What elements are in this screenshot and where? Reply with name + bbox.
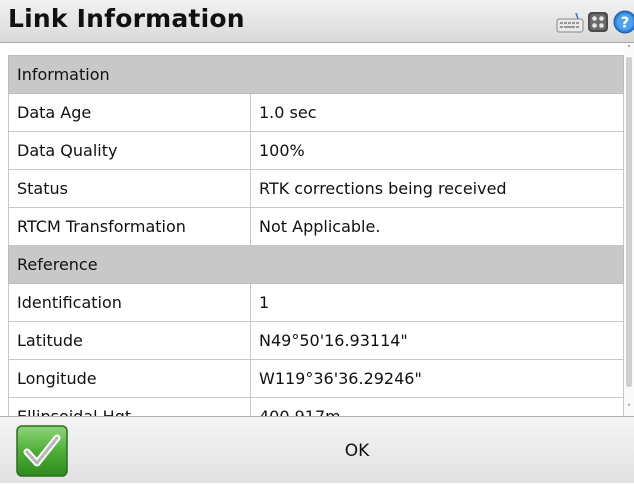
svg-text:?: ? bbox=[621, 14, 630, 32]
row-label: Status bbox=[8, 169, 251, 208]
table-row: Ellipsoidal Hgt 400.917m bbox=[8, 397, 624, 416]
row-value: 100% bbox=[250, 131, 624, 170]
title-bar: Link Information ? bbox=[0, 0, 634, 43]
table-row: Status RTK corrections being received bbox=[8, 169, 624, 208]
row-value: 1 bbox=[250, 283, 624, 322]
ok-button[interactable]: OK bbox=[80, 417, 634, 484]
bottom-action-bar: OK bbox=[0, 416, 634, 483]
row-label: Data Quality bbox=[8, 131, 251, 170]
row-label: RTCM Transformation bbox=[8, 207, 251, 246]
row-label: Longitude bbox=[8, 359, 251, 398]
content-area[interactable]: Information Data Age 1.0 sec Data Qualit… bbox=[0, 43, 634, 416]
table-row: Data Quality 100% bbox=[8, 131, 624, 170]
link-info-table: Information Data Age 1.0 sec Data Qualit… bbox=[8, 55, 624, 416]
section-header-information: Information bbox=[8, 55, 624, 94]
row-label: Data Age bbox=[8, 93, 251, 132]
row-value: W119°36'36.29246" bbox=[250, 359, 624, 398]
help-icon[interactable]: ? bbox=[613, 10, 634, 34]
row-label: Latitude bbox=[8, 321, 251, 360]
scroll-thumb[interactable] bbox=[626, 57, 632, 387]
row-label: Ellipsoidal Hgt bbox=[8, 397, 251, 416]
row-value: Not Applicable. bbox=[250, 207, 624, 246]
vertical-scrollbar[interactable]: ˄ ˅ bbox=[624, 43, 634, 416]
window-title: Link Information bbox=[8, 4, 245, 33]
scroll-down-arrow-icon[interactable]: ˅ bbox=[624, 404, 634, 414]
row-value: N49°50'16.93114" bbox=[250, 321, 624, 360]
section-title: Reference bbox=[8, 245, 624, 284]
section-title: Information bbox=[8, 55, 624, 94]
table-row: RTCM Transformation Not Applicable. bbox=[8, 207, 624, 246]
table-row: Identification 1 bbox=[8, 283, 624, 322]
table-row: Data Age 1.0 sec bbox=[8, 93, 624, 132]
row-value: 400.917m bbox=[250, 397, 624, 416]
row-value: RTK corrections being received bbox=[250, 169, 624, 208]
section-header-reference: Reference bbox=[8, 245, 624, 284]
table-row: Longitude W119°36'36.29246" bbox=[8, 359, 624, 398]
keyboard-icon[interactable] bbox=[556, 10, 584, 34]
scroll-up-arrow-icon[interactable]: ˄ bbox=[624, 45, 634, 55]
row-value: 1.0 sec bbox=[250, 93, 624, 132]
accept-checkmark-button[interactable] bbox=[16, 425, 68, 477]
app-grid-icon[interactable] bbox=[587, 10, 609, 34]
row-label: Identification bbox=[8, 283, 251, 322]
table-row: Latitude N49°50'16.93114" bbox=[8, 321, 624, 360]
